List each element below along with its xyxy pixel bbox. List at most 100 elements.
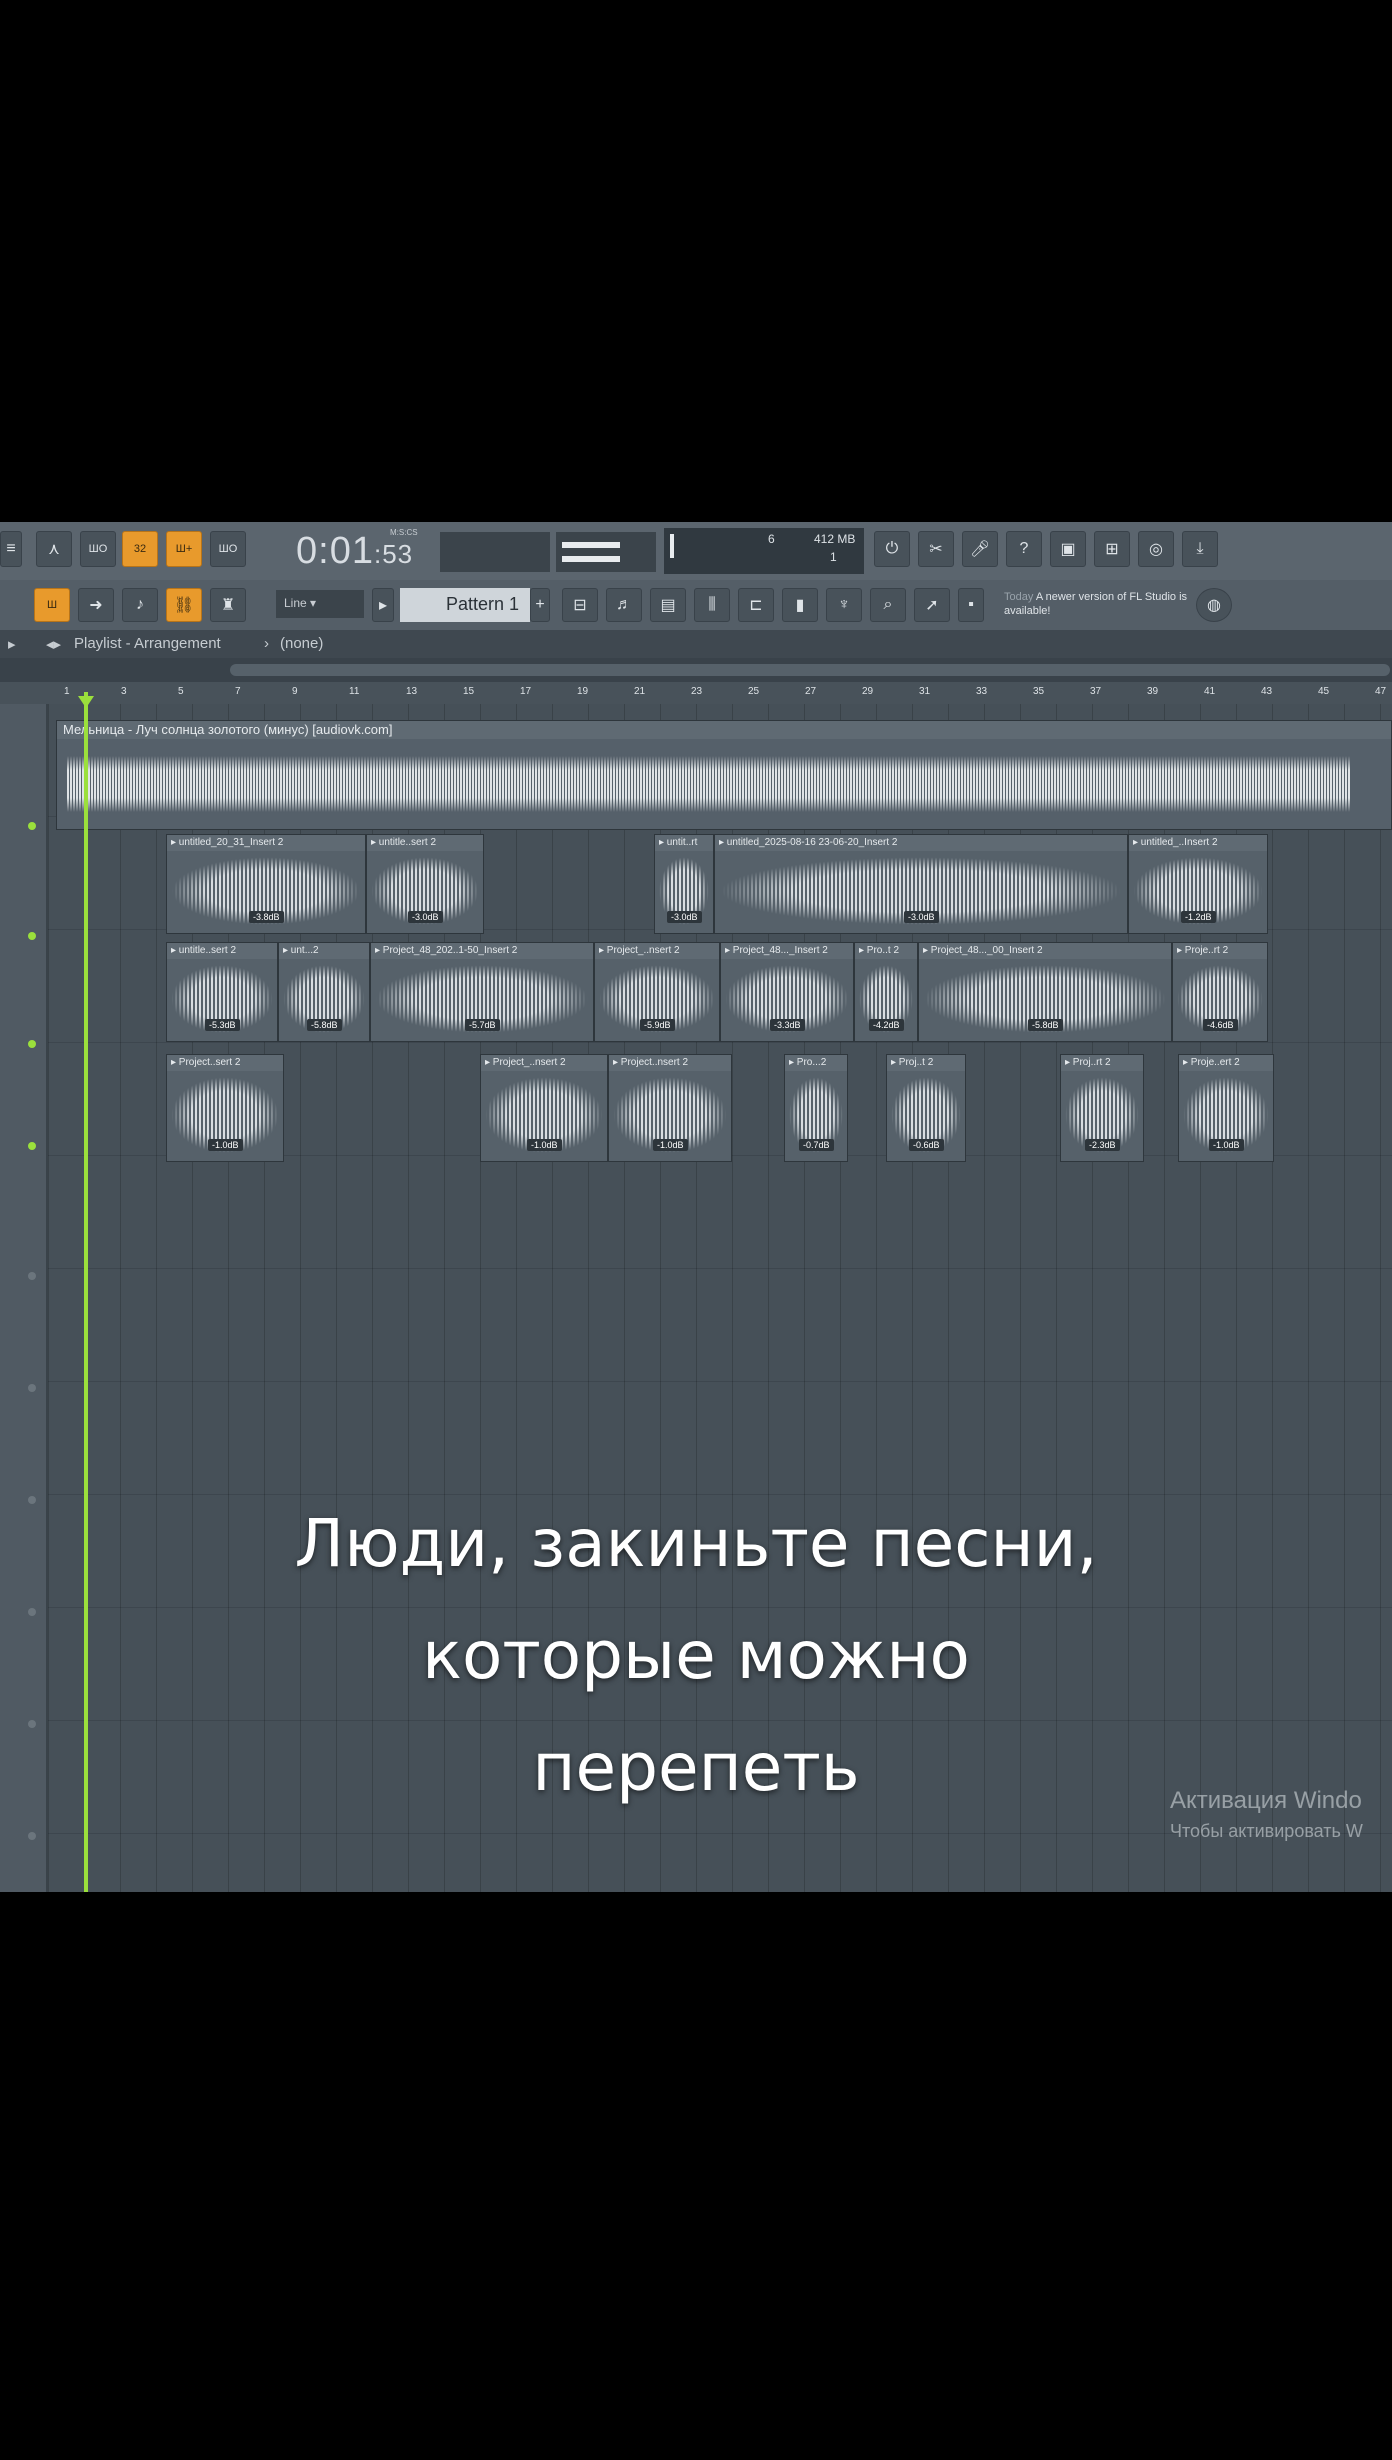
browser-icon[interactable]: ⊏ [738, 588, 774, 622]
track-led[interactable] [28, 1832, 36, 1840]
oscilloscope [440, 532, 550, 572]
track-led[interactable] [28, 1384, 36, 1392]
audio-clip[interactable]: ▸ Proj..rt 2 -2.3dB [1060, 1054, 1144, 1162]
track-led[interactable] [28, 932, 36, 940]
audio-clip[interactable]: ▸ Proj..t 2 -0.6dB [886, 1054, 966, 1162]
recording-icon[interactable]: ⌕ [870, 588, 906, 622]
pattern-selector[interactable]: Pattern 1 [400, 588, 530, 622]
track-led[interactable] [28, 1272, 36, 1280]
stamp-icon[interactable]: ♜ [210, 588, 246, 622]
sidebar-icon[interactable]: ➚ [914, 588, 950, 622]
ruler-mark: 31 [919, 686, 931, 697]
audio-clip-backing-track[interactable]: Мельница - Луч солнца золотого (минус) [… [56, 720, 1392, 830]
menu-button[interactable]: ≡ [0, 531, 22, 567]
clip-title: ▸ Proje..ert 2 [1179, 1055, 1273, 1071]
audio-clip[interactable]: ▸ untitled_2025-08-16 23-06-20_Insert 2 -… [714, 834, 1128, 934]
audio-clip[interactable]: ▸ untit..rt -3.0dB [654, 834, 714, 934]
mixer-icon[interactable]: ⊞ [1094, 531, 1130, 567]
audio-clip[interactable]: ▸ Pro..t 2 -4.2dB [854, 942, 918, 1042]
audio-clip[interactable]: ▸ untitle..sert 2 -3.0dB [366, 834, 484, 934]
audio-clip[interactable]: ▸ unt...2 -5.8dB [278, 942, 370, 1042]
clip-gain-label: -4.2dB [869, 1019, 904, 1031]
ruler-mark: 37 [1090, 686, 1102, 697]
ruler-mark: 47 [1375, 686, 1387, 697]
ruler-mark: 35 [1033, 686, 1045, 697]
pattern-prev-button[interactable]: ▸ [372, 588, 394, 622]
ruler-mark: 19 [577, 686, 589, 697]
audio-clip[interactable]: ▸ untitled_..Insert 2 -1.2dB [1128, 834, 1268, 934]
globe-icon[interactable]: ◍ [1196, 588, 1232, 622]
watermark-title: Активация Windo [1170, 1787, 1362, 1814]
brush-icon[interactable]: ♪ [122, 588, 158, 622]
clip-gain-label: -1.0dB [208, 1139, 243, 1151]
playlist-header: ▸ ◂▸ Playlist - Arrangement › (none) [0, 630, 1392, 658]
track-led[interactable] [28, 1040, 36, 1048]
horizontal-scrollbar[interactable] [0, 658, 1392, 682]
clip-title: ▸ Project_..nsert 2 [595, 943, 719, 959]
track-led[interactable] [28, 1142, 36, 1150]
step-edit-button[interactable]: Ш+ [166, 531, 202, 567]
news-date: Today [1004, 591, 1034, 603]
ruler-mark: 43 [1261, 686, 1273, 697]
ruler-mark: 3 [121, 686, 127, 697]
playhead-marker-icon[interactable] [78, 696, 94, 708]
chat-icon[interactable]: ◎ [1138, 531, 1174, 567]
clip-title: ▸ Proj..rt 2 [1061, 1055, 1143, 1071]
clip-title: Мельница - Луч солнца золотого (минус) [… [57, 721, 1391, 739]
clip-gain-label: -5.9dB [640, 1019, 675, 1031]
audio-clip[interactable]: ▸ untitle..sert 2 -5.3dB [166, 942, 278, 1042]
shop-icon[interactable]: ▪ [958, 588, 984, 622]
audio-clip[interactable]: ▸ Project_48..._00_Insert 2 -5.8dB [918, 942, 1172, 1042]
timeline-ruler[interactable]: 1 3 5 7 9 11 13 15 17 19 21 23 25 27 29 31 33 35 37 39 41 43 4… [0, 682, 1392, 705]
clip-title: ▸ Pro..t 2 [855, 943, 917, 959]
audio-clip[interactable]: ▸ Project..sert 2 -1.0dB [166, 1054, 284, 1162]
news-panel[interactable]: Today A newer version of FL Studio is av… [1004, 590, 1194, 622]
arrow-icon[interactable]: ➜ [78, 588, 114, 622]
ruler-mark: 11 [349, 686, 360, 697]
ruler-mark: 25 [748, 686, 760, 697]
audio-clip[interactable]: ▸ Proje..ert 2 -1.0dB [1178, 1054, 1274, 1162]
snap-icon[interactable]: ⋏ [36, 531, 72, 567]
download-icon[interactable]: ⤓ [1182, 531, 1218, 567]
windows-activation-watermark: Активация Windo Чтобы активировать W [1170, 1786, 1363, 1846]
audio-clip[interactable]: ▸ Project_48..._Insert 2 -3.3dB [720, 942, 854, 1042]
play-icon[interactable]: ▸ [8, 635, 16, 653]
arrow-nav-icon[interactable]: ◂▸ [46, 635, 61, 653]
mixer-view-icon[interactable]: ⫼ [694, 588, 730, 622]
memory-value: 412 MB [814, 532, 856, 546]
audio-clip[interactable]: ▸ Project..nsert 2 -1.0dB [608, 1054, 732, 1162]
track-led[interactable] [28, 822, 36, 830]
loop-record-button[interactable]: ШО [210, 531, 246, 567]
clip-gain-label: -0.6dB [909, 1139, 944, 1151]
plugin-icon[interactable]: ▮ [782, 588, 818, 622]
arrangement-name[interactable]: (none) [280, 635, 323, 652]
audio-clip[interactable]: ▸ Project_48_202..1-50_Insert 2 -5.7dB [370, 942, 594, 1042]
typing-keyboard-button[interactable]: ШО [80, 531, 116, 567]
audio-clip[interactable]: ▸ untitled_20_31_Insert 2 -3.8dB [166, 834, 366, 934]
channel-rack-icon[interactable]: ▤ [650, 588, 686, 622]
audio-clip[interactable]: ▸ Proje..rt 2 -4.6dB [1172, 942, 1268, 1042]
audio-clip[interactable]: ▸ Project_..nsert 2 -1.0dB [480, 1054, 608, 1162]
clip-gain-label: -2.3dB [1085, 1139, 1120, 1151]
cpu-icon[interactable]: ⏻ [874, 531, 910, 567]
cut-icon[interactable]: ✂ [918, 531, 954, 567]
ruler-mark: 29 [862, 686, 874, 697]
audio-clip[interactable]: ▸ Project_..nsert 2 -5.9dB [594, 942, 720, 1042]
pattern-add-button[interactable]: + [530, 588, 550, 622]
playlist-icon[interactable]: ⊟ [562, 588, 598, 622]
mic-icon[interactable]: 🎤︎ [962, 531, 998, 567]
tuner-icon[interactable]: ♆ [826, 588, 862, 622]
help-icon[interactable]: ? [1006, 531, 1042, 567]
metronome-button[interactable]: 32 [122, 531, 158, 567]
ruler-mark: 17 [520, 686, 532, 697]
master-volume-slider[interactable] [556, 532, 656, 572]
polyphony-value: 1 [830, 550, 837, 564]
ruler-mark: 1 [64, 686, 70, 697]
line-mode-select[interactable]: Line ▾ [276, 590, 364, 618]
link-icon[interactable]: ⛓ [166, 588, 202, 622]
save-icon[interactable]: ▣ [1050, 531, 1086, 567]
audio-clip[interactable]: ▸ Pro...2 -0.7dB [784, 1054, 848, 1162]
snap-mode-button[interactable]: Ш [34, 588, 70, 622]
clip-title: ▸ untitled_..Insert 2 [1129, 835, 1267, 851]
piano-roll-icon[interactable]: ♬ [606, 588, 642, 622]
